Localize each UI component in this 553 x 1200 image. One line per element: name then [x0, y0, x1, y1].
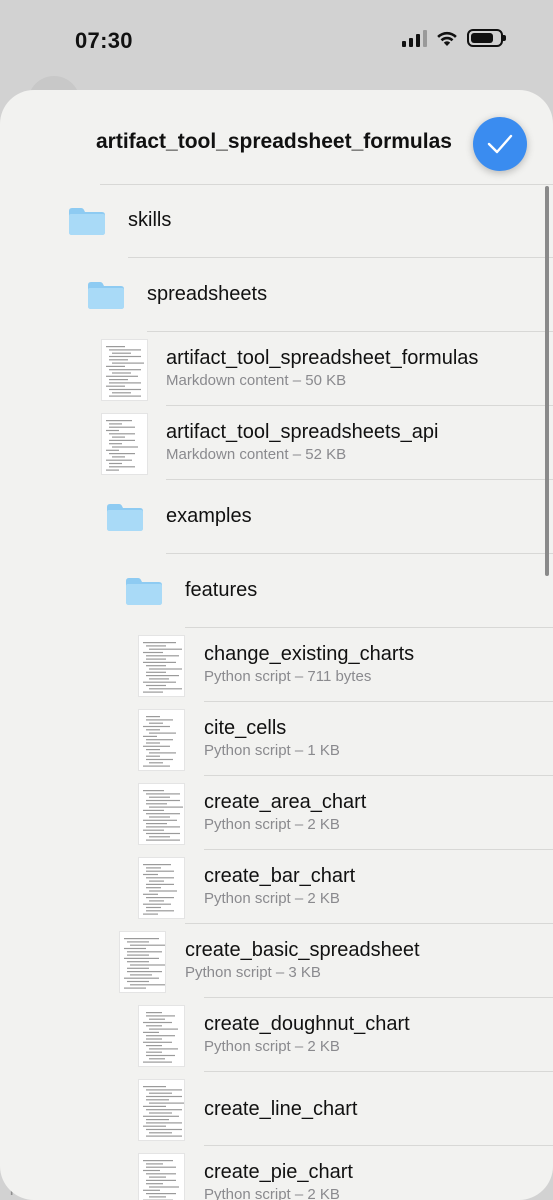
file-meta: Python script – 2 KB [204, 1186, 340, 1200]
folder-row-examples[interactable]: examples [0, 481, 553, 553]
row-divider [166, 479, 553, 480]
file-name: create_line_chart [204, 1098, 358, 1120]
file-thumbnail [101, 413, 148, 475]
row-divider [185, 923, 553, 924]
row-divider [185, 627, 553, 628]
folder-name: features [185, 579, 258, 601]
folder-icon [106, 502, 144, 532]
row-divider [147, 331, 553, 332]
file-meta: Markdown content – 52 KB [166, 446, 347, 463]
file-thumbnail [138, 783, 185, 845]
row-divider [204, 997, 553, 998]
file-meta: Markdown content – 50 KB [166, 372, 347, 389]
file-name: create_doughnut_chart [204, 1013, 410, 1035]
folder-row-features[interactable]: features [0, 555, 553, 627]
folder-icon [68, 206, 106, 236]
file-meta: Python script – 2 KB [204, 1038, 340, 1055]
file-tree: skills spreadsheets artifact_tool_spreadsh… [0, 0, 553, 1200]
file-row-artifact-tool-spreadsheets-api[interactable]: artifact_tool_spreadsheets_api Markdown c… [0, 408, 553, 480]
row-divider [166, 553, 553, 554]
folder-name: spreadsheets [147, 283, 268, 305]
file-name: change_existing_charts [204, 643, 415, 665]
file-row-artifact-tool-spreadsheet-formulas[interactable]: artifact_tool_spreadsheet_formulas Markdo… [0, 334, 553, 406]
row-divider [204, 1071, 553, 1072]
folder-row-spreadsheets[interactable]: spreadsheets [0, 259, 553, 331]
file-meta: Python script – 3 KB [185, 964, 321, 981]
file-name: create_area_chart [204, 791, 367, 813]
file-row-create-area-chart[interactable]: create_area_chart Python script – 2 KB [0, 778, 553, 850]
file-thumbnail [138, 635, 185, 697]
row-divider [204, 1145, 553, 1146]
file-row-cite-cells[interactable]: cite_cells Python script – 1 KB [0, 704, 553, 776]
file-row-create-doughnut-chart[interactable]: create_doughnut_chart Python script – 2 K… [0, 1000, 553, 1072]
folder-icon [125, 576, 163, 606]
folder-icon [87, 280, 125, 310]
row-divider [204, 701, 553, 702]
file-name: create_pie_chart [204, 1161, 353, 1183]
file-meta: Python script – 2 KB [204, 890, 340, 907]
file-row-change-existing-charts[interactable]: change_existing_charts Python script – 71… [0, 630, 553, 702]
file-name: cite_cells [204, 717, 287, 739]
row-divider [204, 849, 553, 850]
file-row-create-bar-chart[interactable]: create_bar_chart Python script – 2 KB [0, 852, 553, 924]
file-thumbnail [138, 857, 185, 919]
folder-name: examples [166, 505, 252, 527]
folder-name: skills [128, 209, 172, 231]
row-divider [204, 775, 553, 776]
file-meta: Python script – 1 KB [204, 742, 340, 759]
file-row-create-basic-spreadsheet[interactable]: create_basic_spreadsheet Python script – … [0, 926, 553, 998]
file-name: create_bar_chart [204, 865, 356, 887]
file-thumbnail [138, 1005, 185, 1067]
file-thumbnail [138, 1079, 185, 1141]
row-divider [128, 257, 553, 258]
file-thumbnail [119, 931, 166, 993]
file-thumbnail [138, 709, 185, 771]
scrollbar[interactable] [545, 186, 549, 576]
file-thumbnail [101, 339, 148, 401]
file-row-create-pie-chart[interactable]: create_pie_chart Python script – 2 KB [0, 1148, 553, 1200]
folder-row-skills[interactable]: skills [0, 185, 553, 257]
file-meta: Python script – 2 KB [204, 816, 340, 833]
file-thumbnail [138, 1153, 185, 1200]
file-name: artifact_tool_spreadsheets_api [166, 421, 439, 443]
file-name: create_basic_spreadsheet [185, 939, 420, 961]
file-name: artifact_tool_spreadsheet_formulas [166, 347, 479, 369]
file-meta: Python script – 711 bytes [204, 668, 372, 685]
file-row-create-line-chart[interactable]: create_line_chart [0, 1074, 553, 1146]
row-divider [166, 405, 553, 406]
